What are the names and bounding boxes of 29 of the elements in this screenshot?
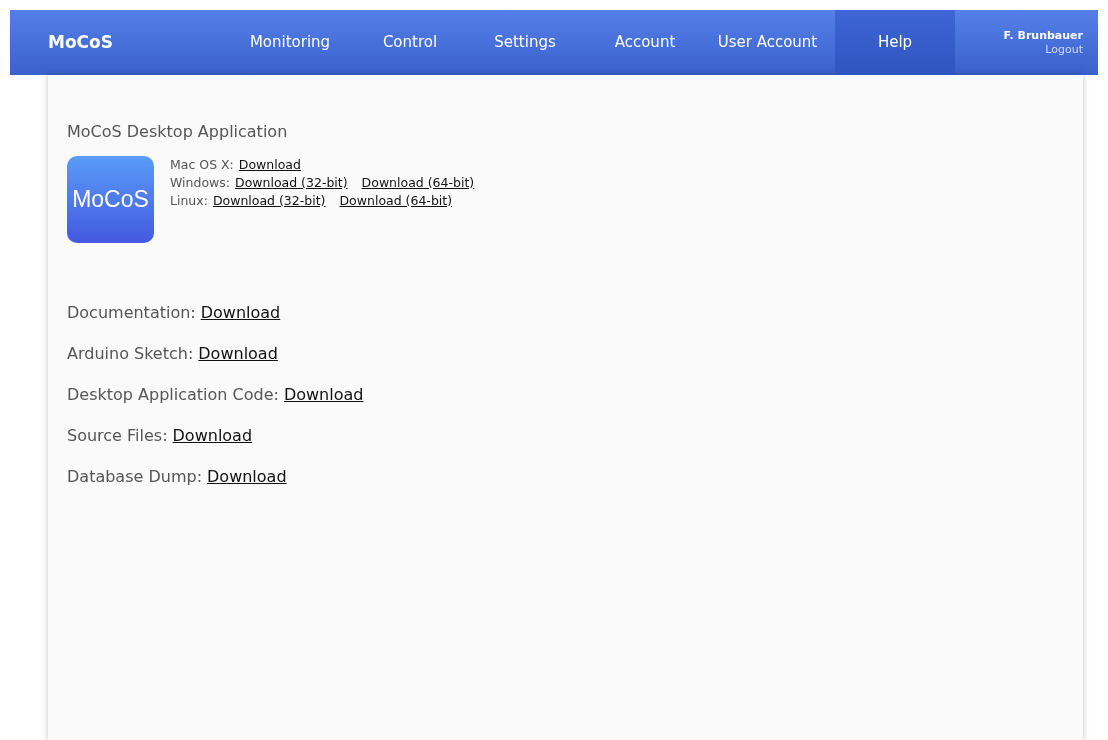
download-link[interactable]: Download (32-bit)	[212, 193, 326, 208]
download-link[interactable]: Download	[238, 157, 301, 172]
platform-label: Mac OS X:	[170, 157, 234, 172]
download-link[interactable]: Download (64-bit)	[361, 175, 475, 190]
download-link[interactable]: Download (64-bit)	[339, 193, 453, 208]
brand-logo[interactable]: MoCoS	[10, 10, 220, 75]
section-title: MoCoS Desktop Application	[67, 121, 289, 143]
download-link[interactable]: Download (32-bit)	[235, 175, 348, 190]
user-name: F. Brunbauer	[1003, 29, 1083, 43]
download-label: Source Files:	[67, 426, 168, 445]
logout-link[interactable]: Logout	[1045, 42, 1083, 56]
download-link[interactable]: Download	[283, 385, 364, 404]
download-label: Documentation:	[67, 303, 196, 322]
download-link[interactable]: Download	[172, 426, 253, 445]
download-link[interactable]: Download	[198, 344, 278, 363]
nav-tab[interactable]: Monitoring	[220, 10, 360, 75]
nav-tab[interactable]: Control	[360, 10, 460, 75]
download-label: Arduino Sketch:	[67, 344, 194, 363]
download-label: Database Dump:	[67, 467, 203, 486]
nav-tab[interactable]: Help	[835, 10, 955, 75]
nav-tab[interactable]: Account	[590, 10, 700, 75]
app-icon: MoCoS	[67, 156, 154, 243]
platform-label: Linux:	[170, 193, 208, 208]
download-label: Desktop Application Code:	[67, 385, 279, 404]
nav-tab[interactable]: User Account	[700, 10, 835, 75]
download-link[interactable]: Download	[207, 467, 287, 486]
nav-tab[interactable]: Settings	[460, 10, 590, 75]
platform-label: Windows:	[170, 175, 230, 190]
download-link[interactable]: Download	[200, 303, 281, 322]
